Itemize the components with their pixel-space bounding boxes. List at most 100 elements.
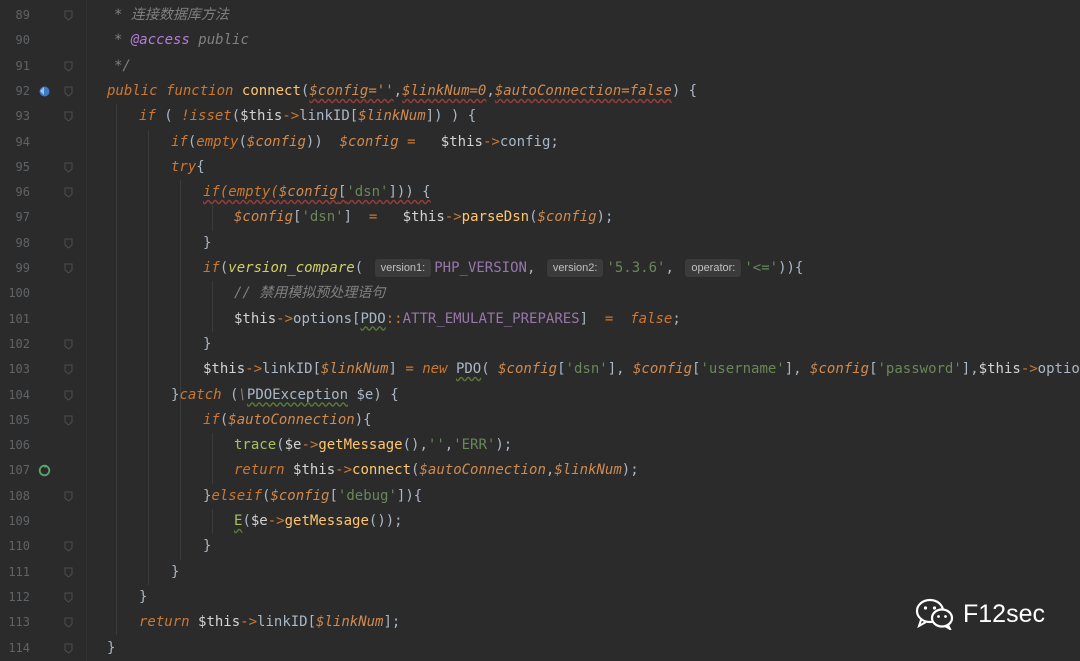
fold-marker-icon[interactable] [64,111,73,122]
fold-marker-icon[interactable] [64,10,73,21]
code-text[interactable]: trace($e->getMessage(),'','ERR'); [234,433,512,458]
code-line[interactable]: 96 if(empty($config['dsn'])) { [0,180,1080,205]
line-number[interactable]: 113 [0,610,30,635]
code-line[interactable]: 91 */ [0,54,1080,79]
line-number[interactable]: 92 [0,79,30,104]
fold-marker-icon[interactable] [64,263,73,274]
line-number[interactable]: 96 [0,180,30,205]
code-text[interactable]: $this->linkID[$linkNum] = new PDO( $conf… [203,357,1080,382]
fold-marker-icon[interactable] [64,86,73,97]
line-number[interactable]: 110 [0,534,30,559]
fold-marker-icon[interactable] [64,643,73,654]
code-line[interactable]: 94 if(empty($config)) $config = $this->co… [0,130,1080,155]
code-text[interactable]: } [171,560,179,585]
fold-marker-icon[interactable] [64,592,73,603]
code-line[interactable]: 108 }elseif($config['debug']){ [0,484,1080,509]
line-number[interactable]: 107 [0,458,30,483]
code-text[interactable]: } [203,332,211,357]
code-editor[interactable]: 89 * 连接数据库方法 90 * @access public 91 */ 92 publi… [0,0,1080,661]
code-text[interactable]: try{ [171,155,205,180]
line-number[interactable]: 106 [0,433,30,458]
code-text[interactable]: * 连接数据库方法 [114,3,229,28]
code-token: ]) ) { [425,108,477,125]
fold-marker-icon[interactable] [64,339,73,350]
line-number[interactable]: 114 [0,636,30,661]
fold-marker-icon[interactable] [64,541,73,552]
code-line[interactable]: 89 * 连接数据库方法 [0,3,1080,28]
code-text[interactable]: if(empty($config['dsn'])) { [203,180,431,205]
fold-marker-icon[interactable] [64,187,73,198]
code-text[interactable]: } [203,231,211,256]
line-number[interactable]: 104 [0,383,30,408]
code-line[interactable]: 90 * @access public [0,28,1080,53]
fold-marker-icon[interactable] [64,567,73,578]
code-line[interactable]: 98} [0,231,1080,256]
code-text[interactable]: if(empty($config)) $config = $this->conf… [171,130,559,155]
line-number[interactable]: 93 [0,104,30,129]
code-line[interactable]: 102} [0,332,1080,357]
fold-marker-icon[interactable] [64,415,73,426]
code-text[interactable]: E($e->getMessage()); [234,509,403,534]
line-number[interactable]: 108 [0,484,30,509]
code-text[interactable]: } [203,534,211,559]
code-text[interactable]: * @access public [114,28,249,53]
code-line[interactable]: 100 // 禁用模拟预处理语句 [0,281,1080,306]
line-number[interactable]: 94 [0,130,30,155]
code-line[interactable]: 107 return $this->connect($autoConnection… [0,458,1080,483]
code-text[interactable]: }elseif($config['debug']){ [203,484,422,509]
code-line[interactable]: 105 if($autoConnection){ [0,408,1080,433]
line-number[interactable]: 98 [0,231,30,256]
fold-marker-icon[interactable] [64,491,73,502]
code-text[interactable]: if ( !isset($this->linkID[$linkNum]) ) { [139,104,476,129]
code-line[interactable]: 101 $this->options[PDO::ATTR_EMULATE_PREP… [0,307,1080,332]
code-line[interactable]: 114} [0,636,1080,661]
code-line[interactable]: 93 if ( !isset($this->linkID[$linkNum]) )… [0,104,1080,129]
line-number[interactable]: 91 [0,54,30,79]
line-number[interactable]: 111 [0,560,30,585]
code-text[interactable]: return $this->connect($autoConnection,$l… [234,458,639,483]
line-number[interactable]: 105 [0,408,30,433]
code-line[interactable]: 103 $this->linkID[$linkNum] = new PDO( $c… [0,357,1080,382]
code-text[interactable]: } [139,585,147,610]
fold-marker-icon[interactable] [64,390,73,401]
code-text[interactable]: $this->options[PDO::ATTR_EMULATE_PREPARE… [234,307,681,332]
implements-method-icon[interactable] [38,85,51,98]
fold-marker-icon[interactable] [64,61,73,72]
code-text[interactable]: */ [114,54,131,79]
line-number[interactable]: 109 [0,509,30,534]
code-text[interactable]: return $this->linkID[$linkNum]; [139,610,400,635]
code-line[interactable]: 99 if(version_compare( version1: PHP_VERSI… [0,256,1080,281]
line-number[interactable]: 101 [0,307,30,332]
line-number[interactable]: 100 [0,281,30,306]
line-number[interactable]: 112 [0,585,30,610]
line-number[interactable]: 97 [0,205,30,230]
code-line[interactable]: 110} [0,534,1080,559]
code-token: false [630,310,673,327]
line-number[interactable]: 103 [0,357,30,382]
line-number[interactable]: 89 [0,3,30,28]
line-number[interactable]: 90 [0,28,30,53]
code-text[interactable]: }catch (\PDOException $e) { [171,383,399,408]
code-text[interactable]: // 禁用模拟预处理语句 [234,281,385,306]
code-line[interactable]: 97 $config['dsn'] = $this->parseDsn($conf… [0,205,1080,230]
fold-marker-icon[interactable] [64,617,73,628]
fold-marker-icon[interactable] [64,162,73,173]
fold-marker-icon[interactable] [64,364,73,375]
code-text[interactable]: if($autoConnection){ [203,408,372,433]
code-token: 'debug' [337,487,397,504]
code-line[interactable]: 106 trace($e->getMessage(),'','ERR'); [0,433,1080,458]
line-number[interactable]: 99 [0,256,30,281]
code-line[interactable]: 92 public function connect($config='',$li… [0,79,1080,104]
code-text[interactable]: } [107,636,115,661]
code-text[interactable]: if(version_compare( version1: PHP_VERSION… [203,256,803,281]
code-line[interactable]: 111} [0,560,1080,585]
line-number[interactable]: 95 [0,155,30,180]
code-text[interactable]: public function connect($config='',$link… [107,79,697,104]
code-line[interactable]: 104 }catch (\PDOException $e) { [0,383,1080,408]
line-number[interactable]: 102 [0,332,30,357]
code-line[interactable]: 95 try{ [0,155,1080,180]
code-text[interactable]: $config['dsn'] = $this->parseDsn($config… [234,205,613,230]
fold-marker-icon[interactable] [64,238,73,249]
recursive-call-icon[interactable] [38,464,51,477]
code-line[interactable]: 109 E($e->getMessage()); [0,509,1080,534]
